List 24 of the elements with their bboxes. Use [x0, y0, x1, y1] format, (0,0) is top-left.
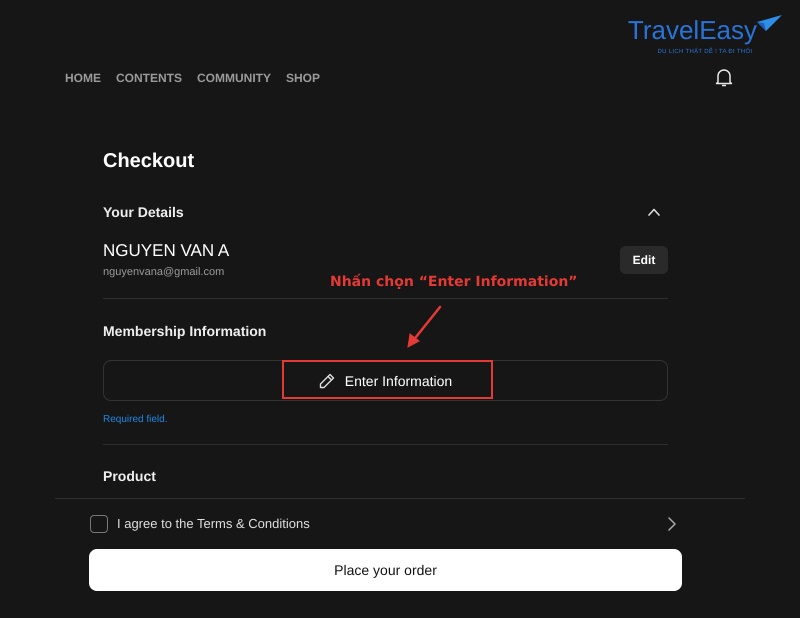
terms-label: I agree to the Terms & Conditions [117, 515, 310, 533]
chevron-right-icon[interactable] [668, 517, 676, 531]
required-hint: Required field. [103, 413, 168, 427]
place-order-button[interactable]: Place your order [89, 549, 682, 591]
edit-button[interactable]: Edit [620, 246, 668, 274]
section-heading: Membership Information [103, 322, 266, 341]
section-heading: Your Details [103, 203, 184, 222]
annotation-text: Nhấn chọn “Enter Information” [330, 272, 578, 292]
customer-email: nguyenvana@gmail.com [103, 265, 226, 279]
enter-information-button[interactable]: Enter Information [103, 360, 668, 401]
customer-name: NGUYEN VAN A [103, 240, 230, 262]
pencil-icon [318, 372, 335, 388]
nav-link[interactable]: CONTENTS [116, 70, 182, 86]
page-title: Checkout [103, 149, 196, 173]
nav-link[interactable]: SHOP [286, 70, 320, 86]
annotation-arrow [407, 306, 442, 348]
paper-plane-icon [757, 15, 782, 31]
section-heading: Product [103, 467, 156, 486]
chevron-icon[interactable] [648, 208, 660, 216]
nav-link[interactable]: HOME [65, 70, 101, 86]
terms-checkbox[interactable] [90, 515, 108, 533]
logo-wordmark[interactable]: TravelEasy [628, 14, 757, 46]
bell-icon[interactable] [715, 68, 733, 87]
nav-link[interactable]: COMMUNITY [197, 70, 271, 86]
